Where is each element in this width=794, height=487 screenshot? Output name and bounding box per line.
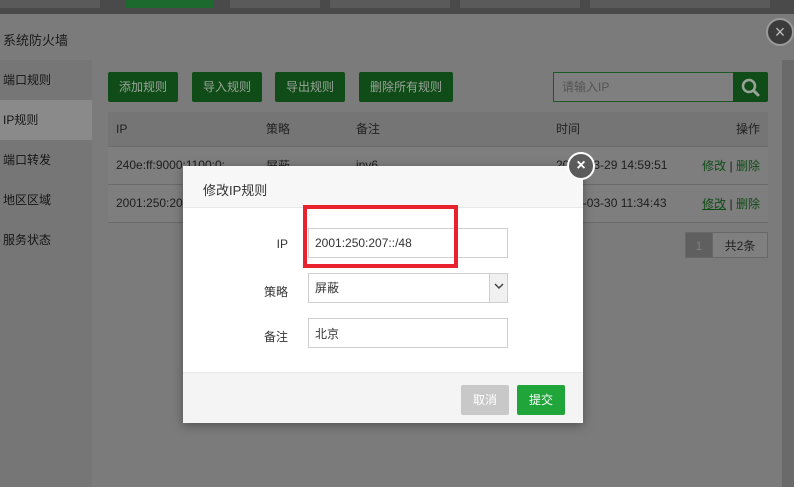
page-number[interactable]: 1 — [685, 232, 713, 258]
window-titlebar: 系统防火墙 — [0, 14, 794, 60]
table-header-row: IP 策略 备注 时间 操作 — [108, 112, 768, 147]
background-tab — [460, 0, 580, 8]
chevron-down-icon — [489, 274, 507, 302]
search-icon — [741, 78, 760, 97]
background-tab — [590, 0, 770, 8]
cell-actions: 修改 | 删除 — [688, 146, 768, 185]
column-header-note: 备注 — [348, 112, 548, 147]
submit-button[interactable]: 提交 — [517, 385, 565, 415]
window-close-button[interactable]: × — [766, 18, 794, 46]
sidebar-item-port-rules[interactable]: 端口规则 — [0, 60, 92, 100]
delete-link[interactable]: 删除 — [736, 159, 760, 173]
note-label: 备注 — [263, 330, 288, 344]
edit-link[interactable]: 修改 — [702, 159, 726, 173]
dialog-close-button[interactable]: × — [567, 152, 595, 180]
action-separator: | — [729, 196, 733, 211]
pagination: 1 共2条 — [685, 232, 768, 258]
background-tab — [230, 0, 320, 8]
sidebar-item-port-forward[interactable]: 端口转发 — [0, 140, 92, 180]
background-top-strip — [0, 0, 794, 14]
search-input[interactable] — [554, 73, 729, 101]
edit-link[interactable]: 修改 — [702, 197, 726, 211]
ip-label: IP — [276, 237, 288, 251]
action-separator: | — [729, 158, 733, 173]
column-header-actions: 操作 — [688, 112, 768, 147]
search-box — [553, 72, 735, 102]
background-tab — [330, 0, 450, 8]
total-count: 共2条 — [713, 232, 768, 258]
cancel-button[interactable]: 取消 — [461, 385, 509, 415]
column-header-policy: 策略 — [258, 112, 348, 147]
policy-label: 策略 — [263, 285, 288, 299]
add-rule-button[interactable]: 添加规则 — [108, 72, 178, 102]
ip-highlight-box — [303, 205, 458, 268]
dialog-header: 修改IP规则 — [183, 166, 583, 208]
policy-select[interactable]: 屏蔽 — [308, 273, 508, 303]
dialog-title: 修改IP规则 — [203, 183, 268, 198]
note-input[interactable] — [308, 318, 508, 348]
background-edge — [782, 60, 794, 487]
delete-all-rules-button[interactable]: 删除所有规则 — [359, 72, 453, 102]
column-header-ip: IP — [108, 112, 258, 147]
sidebar-item-ip-rules[interactable]: IP规则 — [0, 100, 92, 140]
sidebar-item-region[interactable]: 地区区域 — [0, 180, 92, 220]
window-title: 系统防火墙 — [3, 33, 69, 48]
sidebar: 端口规则 IP规则 端口转发 地区区域 服务状态 — [0, 60, 92, 487]
cell-actions: 修改 | 删除 — [688, 184, 768, 223]
delete-link[interactable]: 删除 — [736, 197, 760, 211]
dialog-footer: 取消 提交 — [183, 372, 583, 423]
search-button[interactable] — [733, 72, 768, 102]
policy-selected-value: 屏蔽 — [315, 281, 340, 295]
sidebar-item-service-status[interactable]: 服务状态 — [0, 220, 92, 260]
import-rules-button[interactable]: 导入规则 — [192, 72, 262, 102]
background-tab-active — [125, 0, 213, 8]
edit-ip-rule-dialog: 修改IP规则 × IP 策略 屏蔽 备注 取消 提交 — [183, 152, 595, 423]
column-header-time: 时间 — [548, 112, 688, 147]
export-rules-button[interactable]: 导出规则 — [275, 72, 345, 102]
background-tab — [0, 0, 100, 8]
